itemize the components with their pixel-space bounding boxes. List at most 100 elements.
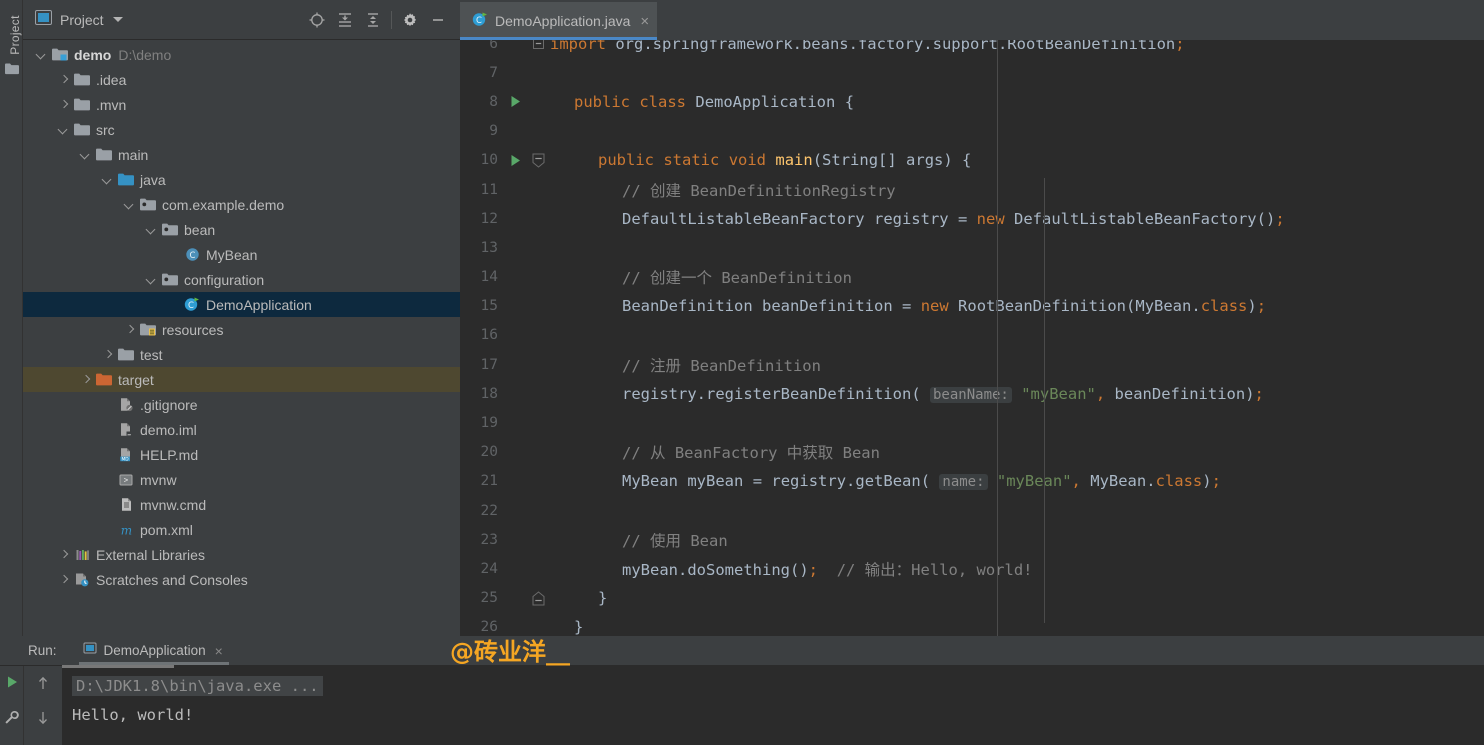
tree-node-mybean[interactable]: CMyBean (23, 242, 460, 267)
tree-node-help-md[interactable]: MDHELP.md (23, 442, 460, 467)
tree-node-pom-xml[interactable]: mpom.xml (23, 517, 460, 542)
code-line[interactable]: 8 public class DemoApplication { (460, 87, 1484, 116)
tree-node-java[interactable]: java (23, 167, 460, 192)
tree-node-label: configuration (184, 272, 264, 288)
arrow-up-icon[interactable] (36, 675, 50, 696)
collapse-all-icon[interactable] (359, 6, 387, 34)
ide-window: Project Project (0, 0, 1484, 745)
tree-node-mvnw[interactable]: >mvnw (23, 467, 460, 492)
chevron-down-icon[interactable] (123, 198, 136, 211)
tree-node-gitignore[interactable]: .gitignore (23, 392, 460, 417)
code-line[interactable]: 12DefaultListableBeanFactory registry = … (460, 204, 1484, 233)
close-icon[interactable]: × (640, 14, 649, 29)
play-icon[interactable] (5, 675, 19, 694)
chevron-right-icon[interactable] (57, 548, 70, 561)
tree-node-src[interactable]: src (23, 117, 460, 142)
code-fold-icon[interactable] (526, 153, 550, 168)
chevron-down-icon[interactable] (145, 273, 158, 286)
editor-tab-bar[interactable]: CDemoApplication.java× (460, 0, 1484, 40)
code-line[interactable]: 21MyBean myBean = registry.getBean( name… (460, 467, 1484, 496)
code-line[interactable]: 26} (460, 613, 1484, 636)
chevron-right-icon[interactable] (123, 323, 136, 336)
project-tree[interactable]: demoD:\demo .idea .mvnsrcmainjavacom.examp… (23, 40, 460, 636)
code-line[interactable]: 16 (460, 321, 1484, 350)
tree-node-resources[interactable]: resources (23, 317, 460, 342)
chevron-right-icon[interactable] (57, 573, 70, 586)
tree-node-bean[interactable]: bean (23, 217, 460, 242)
wrench-icon[interactable] (4, 710, 19, 730)
tree-node-label: MyBean (206, 247, 257, 263)
tree-node-label: .idea (96, 72, 126, 88)
code-line-text: } (550, 589, 1484, 607)
code-line[interactable]: 25} (460, 584, 1484, 613)
chevron-down-icon[interactable] (79, 148, 92, 161)
chevron-down-icon[interactable] (113, 17, 123, 22)
code-line-text: public class DemoApplication { (550, 93, 1484, 111)
code-line[interactable]: 24myBean.doSomething(); // 输出：Hello, wor… (460, 554, 1484, 583)
code-line[interactable]: 23// 使用 Bean (460, 525, 1484, 554)
tree-node-com-example-demo[interactable]: com.example.demo (23, 192, 460, 217)
code-line[interactable]: 9 (460, 117, 1484, 146)
tree-node-demo[interactable]: demoD:\demo (23, 42, 460, 67)
tree-node-external-libraries[interactable]: External Libraries (23, 542, 460, 567)
code-line-text: // 创建 BeanDefinitionRegistry (550, 179, 1484, 201)
tree-node-demoapplication[interactable]: CDemoApplication (23, 292, 460, 317)
tree-node-label: External Libraries (96, 547, 205, 563)
tree-node-idea[interactable]: .idea (23, 67, 460, 92)
folder-icon (73, 97, 91, 113)
folder-icon (95, 147, 113, 163)
tree-node-main[interactable]: main (23, 142, 460, 167)
tree-node-label: target (118, 372, 154, 388)
chevron-right-icon[interactable] (101, 348, 114, 361)
code-line[interactable]: 18registry.registerBeanDefinition( beanN… (460, 379, 1484, 408)
arrow-down-icon[interactable] (36, 710, 50, 731)
chevron-right-icon[interactable] (79, 373, 92, 386)
tree-node-label: resources (162, 322, 223, 338)
line-number: 8 (460, 94, 504, 110)
editor-tab[interactable]: CDemoApplication.java× (460, 2, 657, 40)
run-gutter-icon[interactable] (504, 95, 526, 108)
minimize-icon[interactable] (424, 6, 452, 34)
code-line[interactable]: 7 (460, 58, 1484, 87)
locate-icon[interactable] (303, 6, 331, 34)
tree-spacer (101, 398, 114, 411)
code-fold-icon[interactable] (526, 40, 550, 49)
run-config-tab[interactable]: DemoApplication × (79, 636, 229, 665)
code-editor[interactable]: 6import org.springframework.beans.factor… (460, 40, 1484, 636)
chevron-down-icon[interactable] (101, 173, 114, 186)
code-line[interactable]: 17// 注册 BeanDefinition (460, 350, 1484, 379)
tree-node-demo-iml[interactable]: demo.iml (23, 417, 460, 442)
code-line[interactable]: 14// 创建一个 BeanDefinition (460, 263, 1484, 292)
expand-all-icon[interactable] (331, 6, 359, 34)
gear-icon[interactable] (396, 6, 424, 34)
code-fold-icon[interactable] (526, 591, 550, 606)
console-scroll-indicator[interactable] (62, 665, 174, 668)
tree-node-scratches-and-consoles[interactable]: Scratches and Consoles (23, 567, 460, 592)
tool-window-button-project[interactable]: Project (8, 4, 22, 66)
code-line[interactable]: 13 (460, 233, 1484, 262)
code-line[interactable]: 6import org.springframework.beans.factor… (460, 40, 1484, 58)
tree-spacer (101, 523, 114, 536)
close-icon[interactable]: × (215, 643, 223, 659)
tree-node-mvnw-cmd[interactable]: mvnw.cmd (23, 492, 460, 517)
code-line[interactable]: 11// 创建 BeanDefinitionRegistry (460, 175, 1484, 204)
chevron-right-icon[interactable] (57, 98, 70, 111)
chevron-down-icon[interactable] (35, 48, 48, 61)
svg-text:m: m (120, 523, 131, 537)
run-gutter-icon[interactable] (504, 154, 526, 167)
tree-node-target[interactable]: target (23, 367, 460, 392)
console-output[interactable]: D:\JDK1.8\bin\java.exe ...Hello, world! (62, 666, 1484, 745)
code-line[interactable]: 15BeanDefinition beanDefinition = new Ro… (460, 292, 1484, 321)
tree-node-mvn[interactable]: .mvn (23, 92, 460, 117)
chevron-down-icon[interactable] (57, 123, 70, 136)
tree-node-configuration[interactable]: configuration (23, 267, 460, 292)
tree-node-test[interactable]: test (23, 342, 460, 367)
package-icon (161, 222, 179, 238)
chevron-down-icon[interactable] (145, 223, 158, 236)
code-line[interactable]: 19 (460, 408, 1484, 437)
console-text: D:\JDK1.8\bin\java.exe ... (72, 676, 323, 696)
code-line[interactable]: 10public static void main(String[] args)… (460, 146, 1484, 175)
chevron-right-icon[interactable] (57, 73, 70, 86)
code-line[interactable]: 20// 从 BeanFactory 中获取 Bean (460, 438, 1484, 467)
code-line[interactable]: 22 (460, 496, 1484, 525)
